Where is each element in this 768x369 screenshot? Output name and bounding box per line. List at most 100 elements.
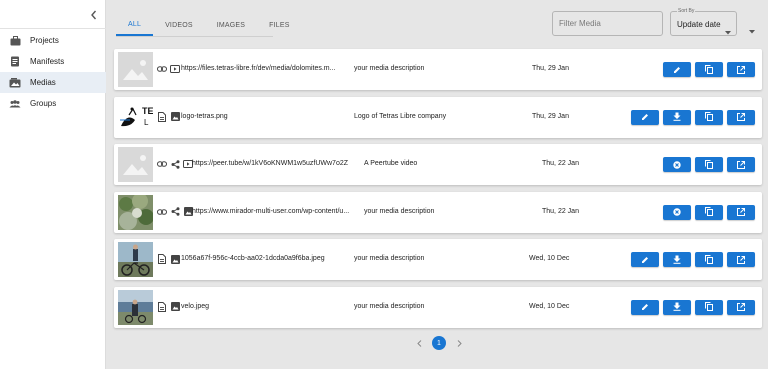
media-date: Thu, 29 Jan bbox=[532, 112, 569, 120]
media-title[interactable]: https://files.tetras-libre.fr/dev/media/… bbox=[181, 65, 335, 72]
media-row: https://peer.tube/w/1kV6oKNWM1w5uzfUWw7o… bbox=[114, 144, 762, 185]
sort-by-label: Sort By bbox=[677, 8, 696, 14]
media-date: Wed, 10 Dec bbox=[529, 255, 570, 262]
pencil-icon bbox=[673, 61, 681, 79]
pencil-icon bbox=[641, 251, 649, 269]
media-type-icons bbox=[157, 159, 193, 169]
media-title[interactable]: logo-tetras.png bbox=[181, 113, 228, 120]
briefcase-icon bbox=[9, 35, 21, 47]
sidebar-item-projects[interactable]: Projects bbox=[0, 30, 106, 51]
media-thumbnail-photo bbox=[118, 289, 153, 325]
copy-button[interactable] bbox=[695, 298, 723, 316]
media-actions bbox=[663, 203, 755, 221]
copy-icon bbox=[705, 61, 713, 79]
link-icon bbox=[157, 64, 167, 74]
copy-icon bbox=[705, 298, 713, 316]
group-icon bbox=[9, 98, 21, 110]
media-description: your media description bbox=[364, 207, 435, 215]
image-icon bbox=[170, 302, 180, 312]
media-description: A Peertube video bbox=[364, 160, 418, 167]
file-icon bbox=[157, 111, 167, 122]
download-button[interactable] bbox=[663, 299, 691, 315]
sort-order-caret-icon[interactable] bbox=[749, 21, 755, 39]
photo-library-icon bbox=[9, 77, 21, 89]
copy-button[interactable] bbox=[695, 157, 723, 172]
tab-videos[interactable]: VIDEOS bbox=[153, 14, 205, 36]
sidebar-item-groups[interactable]: Groups bbox=[0, 93, 106, 114]
open-button[interactable] bbox=[727, 109, 755, 125]
svg-text:TE: TE bbox=[142, 106, 153, 116]
remove-button[interactable] bbox=[663, 157, 691, 172]
page-button-current[interactable]: 1 bbox=[432, 336, 446, 350]
media-title[interactable]: https://www.mirador-multi-user.com/wp-co… bbox=[192, 208, 349, 215]
media-description: Logo of Tetras Libre company bbox=[354, 112, 447, 120]
tab-images[interactable]: IMAGES bbox=[205, 14, 257, 36]
tabs-divider bbox=[116, 36, 273, 37]
open-button[interactable] bbox=[727, 299, 755, 315]
pencil-icon bbox=[641, 108, 649, 126]
media-thumbnail-placeholder bbox=[118, 52, 153, 87]
media-thumbnail-placeholder bbox=[118, 147, 153, 182]
media-title[interactable]: velo.jpeg bbox=[181, 303, 209, 310]
media-row: TE L logo-tetras.png Logo of Tetras Libre… bbox=[114, 96, 762, 138]
edit-button[interactable] bbox=[631, 252, 659, 267]
edit-button[interactable] bbox=[631, 108, 659, 126]
media-title[interactable]: 1056a67f-956c-4ccb-aa02-1dcda0a9f6ba.jpe… bbox=[181, 255, 325, 262]
open-in-new-icon bbox=[737, 203, 745, 221]
media-type-icons bbox=[157, 111, 180, 122]
open-button[interactable] bbox=[727, 157, 755, 172]
copy-button[interactable] bbox=[695, 252, 723, 267]
tab-all[interactable]: ALL bbox=[116, 14, 154, 36]
download-icon bbox=[673, 108, 681, 126]
download-icon bbox=[673, 251, 681, 269]
svg-text:L: L bbox=[144, 118, 149, 127]
open-button[interactable] bbox=[727, 203, 755, 221]
previous-page-icon[interactable] bbox=[414, 336, 424, 350]
media-row: https://www.mirador-multi-user.com/wp-co… bbox=[114, 191, 762, 233]
sidebar-item-manifests[interactable]: Manifests bbox=[0, 51, 106, 72]
sidebar-item-label: Projects bbox=[30, 36, 59, 45]
media-description: your media description bbox=[354, 255, 425, 262]
download-button[interactable] bbox=[663, 108, 691, 126]
open-button[interactable] bbox=[727, 62, 755, 77]
tab-files[interactable]: FILES bbox=[257, 14, 301, 36]
link-icon bbox=[157, 159, 167, 169]
caret-down-icon bbox=[725, 22, 731, 40]
media-actions bbox=[663, 62, 755, 77]
edit-button[interactable] bbox=[663, 62, 691, 77]
open-button[interactable] bbox=[727, 252, 755, 267]
media-type-icons bbox=[157, 254, 180, 264]
download-button[interactable] bbox=[663, 252, 691, 267]
copy-button[interactable] bbox=[695, 62, 723, 77]
cancel-icon bbox=[673, 156, 681, 174]
copy-button[interactable] bbox=[695, 109, 723, 125]
filter-media-input[interactable] bbox=[552, 11, 663, 36]
media-list: https://files.tetras-libre.fr/dev/media/… bbox=[114, 49, 762, 334]
sidebar-item-label: Medias bbox=[30, 78, 56, 87]
media-description: your media description bbox=[354, 302, 425, 310]
image-icon bbox=[170, 254, 180, 264]
media-thumbnail-photo bbox=[118, 194, 153, 230]
cancel-icon bbox=[673, 203, 681, 221]
media-title[interactable]: https://peer.tube/w/1kV6oKNWM1w5uzfUWw7o… bbox=[192, 160, 348, 167]
sort-by-select[interactable]: Sort By Update date bbox=[670, 8, 737, 36]
sidebar-divider bbox=[0, 28, 106, 29]
media-date: Wed, 10 Dec bbox=[529, 302, 570, 310]
chevron-left-icon[interactable] bbox=[89, 8, 99, 20]
media-actions bbox=[631, 108, 755, 126]
remove-button[interactable] bbox=[663, 203, 691, 221]
media-row: https://files.tetras-libre.fr/dev/media/… bbox=[114, 49, 762, 90]
share-icon bbox=[170, 159, 180, 169]
sort-by-value: Update date bbox=[677, 20, 721, 29]
copy-button[interactable] bbox=[695, 204, 723, 220]
edit-button[interactable] bbox=[631, 299, 659, 315]
media-actions bbox=[631, 252, 755, 267]
sidebar: Projects Manifests Medias Groups bbox=[0, 0, 106, 369]
sidebar-item-medias[interactable]: Medias bbox=[0, 72, 106, 93]
copy-icon bbox=[705, 251, 713, 269]
media-actions bbox=[663, 157, 755, 172]
image-icon bbox=[170, 112, 180, 122]
next-page-icon[interactable] bbox=[454, 336, 464, 350]
media-description: your media description bbox=[354, 65, 425, 72]
open-in-new-icon bbox=[737, 61, 745, 79]
